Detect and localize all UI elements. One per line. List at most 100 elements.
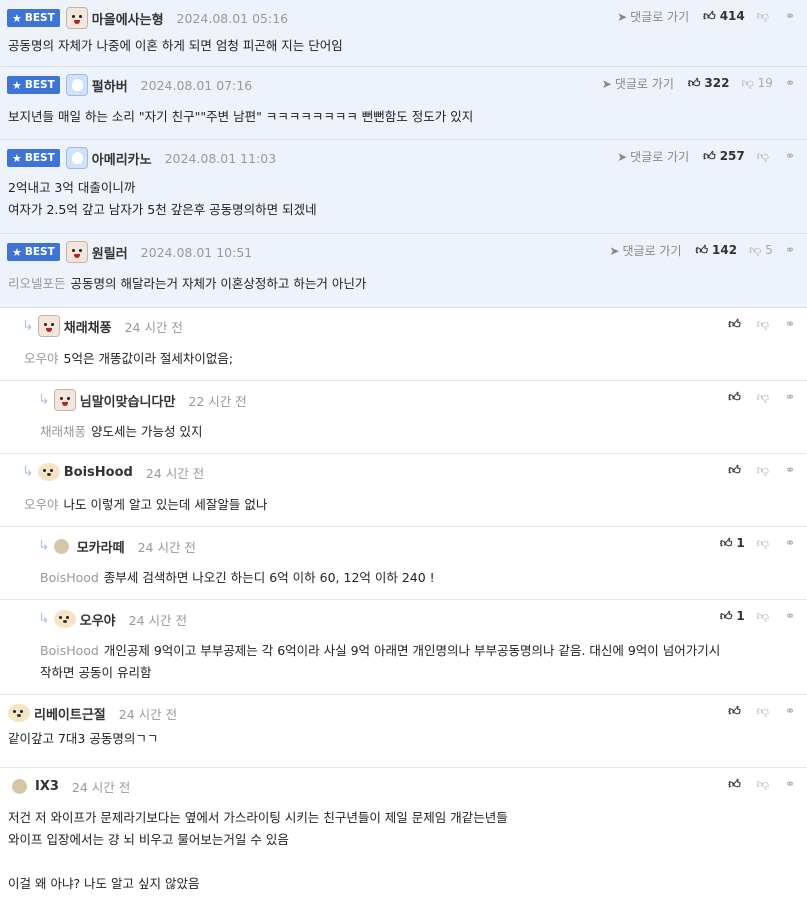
avatar[interactable] [65,7,88,29]
avatar[interactable] [53,610,76,628]
comment-text: 리오넬포든 공동명의 해달라는거 자체가 이혼상정하고 하는거 아닌가 [8,276,367,291]
comment-line: 저건 저 와이프가 문제라기보다는 옆에서 가스라이팅 시키는 친구년들이 제일… [8,810,508,825]
avatar[interactable] [53,538,69,554]
thumbs-up-icon: 👍︎ [695,242,709,257]
dislike-button[interactable]: 👎︎ [757,9,773,24]
timestamp: 2024.08.01 10:51 [140,244,253,260]
comment-text: 같이갚고 7대3 공동명의ㄱㄱ [8,731,159,746]
dislike-button[interactable]: 👎︎ [757,317,773,332]
link-icon[interactable]: ⚭ [785,9,795,23]
thumbs-up-icon: 👍︎ [719,535,733,550]
timestamp: 24 시간 전 [128,612,187,628]
link-icon[interactable]: ⚭ [785,317,795,331]
thumbs-down-icon: 👎︎ [756,608,769,623]
avatar[interactable] [65,241,88,263]
like-button[interactable]: 👍︎ [728,704,745,719]
timestamp: 2024.08.01 11:03 [164,150,277,166]
link-icon[interactable]: ⚭ [785,704,795,718]
goto-reply-link[interactable]: ➤ 댓글로 가기 [602,75,674,92]
best-badge: ★ BEST [7,149,60,167]
username[interactable]: 리베이트근절 [34,704,106,723]
avatar[interactable] [53,389,76,411]
goto-reply-link[interactable]: ➤ 댓글로 가기 [609,242,681,259]
username[interactable]: 아메리카노 [92,149,152,168]
thumbs-up-icon: 👍︎ [728,462,741,477]
thumbs-down-icon: 👎︎ [749,242,762,257]
timestamp: 24 시간 전 [137,539,196,555]
username[interactable]: IX3 [35,779,59,794]
username[interactable]: 님말이맞습니다만 [80,391,176,410]
link-icon[interactable]: ⚭ [785,149,795,163]
dislike-button[interactable]: 👎︎ [757,390,773,405]
like-button[interactable]: 👍︎ [728,390,745,405]
like-button[interactable]: 👍︎ [728,777,745,792]
username[interactable]: 모카라떼 [77,537,125,556]
like-button[interactable]: 👍︎ 322 [688,76,730,91]
dislike-button[interactable]: 👎︎ 19 [741,76,772,91]
avatar[interactable] [65,147,88,169]
avatar[interactable] [12,778,27,794]
username[interactable]: 채래채퐁 [64,317,112,336]
thumbs-up-icon: 👍︎ [703,148,716,163]
comment: 리베이트근절 24 시간 전 👍︎ 👎︎ ⚭ 같이갚고 7대3 공동명의ㄱㄱ [0,695,807,768]
comment-text: BoisHood 개인공제 9억이고 부부공제는 각 6억이라 사실 9억 아래면… [40,640,720,684]
timestamp: 24 시간 전 [145,465,205,481]
dislike-button[interactable]: 👎︎ [757,609,773,624]
like-button[interactable]: 👍︎ 257 [703,149,745,164]
mention[interactable]: 오우야 [24,497,59,512]
username[interactable]: 오우야 [80,610,116,629]
like-button[interactable]: 👍︎ 1 [720,536,745,551]
star-icon: ★ [12,11,22,25]
goto-reply-link[interactable]: ➤ 댓글로 가기 [617,148,689,165]
dislike-button[interactable]: 👎︎ [757,704,773,719]
avatar[interactable] [37,315,60,337]
mention[interactable]: 채래채퐁 [40,424,86,439]
username[interactable]: BoisHood [64,465,133,480]
link-icon[interactable]: ⚭ [785,243,795,257]
dislike-button[interactable]: 👎︎ [757,777,773,792]
thumbs-up-icon: 👍︎ [728,389,741,404]
thumbs-down-icon: 👎︎ [756,462,769,477]
dislike-button[interactable]: 👎︎ [757,463,773,478]
best-comment: ★ BEST 아메리카노 2024.08.01 11:03 ➤ 댓글로 가기 👍︎ 2… [0,140,807,234]
best-comment: ★ BEST 마을에사는형 2024.08.01 05:16 ➤ 댓글로 가기 👍︎… [0,0,807,67]
thumbs-down-icon: 👎︎ [756,316,769,331]
timestamp: 24 시간 전 [124,319,183,335]
reply-comment: ↳ 오우야 24 시간 전 👍︎ 1 👎︎ ⚭ BoisHood 개인공제 9억이고… [0,600,807,695]
reply-arrow-icon: ↳ [38,538,50,554]
link-icon[interactable]: ⚭ [785,609,795,623]
like-button[interactable]: 👍︎ 142 [696,243,738,258]
like-button[interactable]: 👍︎ 414 [703,9,745,24]
username[interactable]: 마을에사는형 [92,9,164,28]
mention[interactable]: 오우야 [24,351,59,366]
link-icon[interactable]: ⚭ [785,536,795,550]
reply-comment: ↳ 모카라떼 24 시간 전 👍︎ 1 👎︎ ⚭ BoisHood 종부세 검색하면… [0,527,807,600]
username[interactable]: 펄하버 [92,76,128,95]
mention[interactable]: BoisHood [40,643,99,658]
best-badge: ★ BEST [7,243,60,261]
avatar[interactable] [65,74,88,96]
link-icon[interactable]: ⚭ [785,777,795,791]
dislike-button[interactable]: 👎︎ [757,536,773,551]
comment-text: 저건 저 와이프가 문제라기보다는 옆에서 가스라이팅 시키는 친구년들이 제일… [8,807,508,895]
comment-line: 2억내고 3억 대출이니까 [8,180,136,195]
link-icon[interactable]: ⚭ [785,390,795,404]
avatar[interactable] [37,463,60,481]
dislike-button[interactable]: 👎︎ [757,149,773,164]
star-icon: ★ [12,151,22,165]
username[interactable]: 원릴러 [92,243,128,262]
reply-arrow-icon: ↳ [38,392,50,408]
like-button[interactable]: 👍︎ [728,317,745,332]
comment-text: 오우야 5억은 개똥값이라 절세차이없음; [24,351,234,366]
dislike-button[interactable]: 👎︎ 5 [749,243,773,258]
like-button[interactable]: 👍︎ [728,463,745,478]
goto-reply-link[interactable]: ➤ 댓글로 가기 [617,8,689,25]
best-comment: ★ BEST 펄하버 2024.08.01 07:16 ➤ 댓글로 가기 👍︎ 322… [0,67,807,140]
link-icon[interactable]: ⚭ [785,76,795,90]
mention[interactable]: 리오넬포든 [8,276,66,291]
mention[interactable]: BoisHood [40,570,99,585]
link-icon[interactable]: ⚭ [785,463,795,477]
avatar[interactable] [8,704,30,722]
like-button[interactable]: 👍︎ 1 [720,609,745,624]
reply-arrow-icon: ↳ [38,611,50,627]
